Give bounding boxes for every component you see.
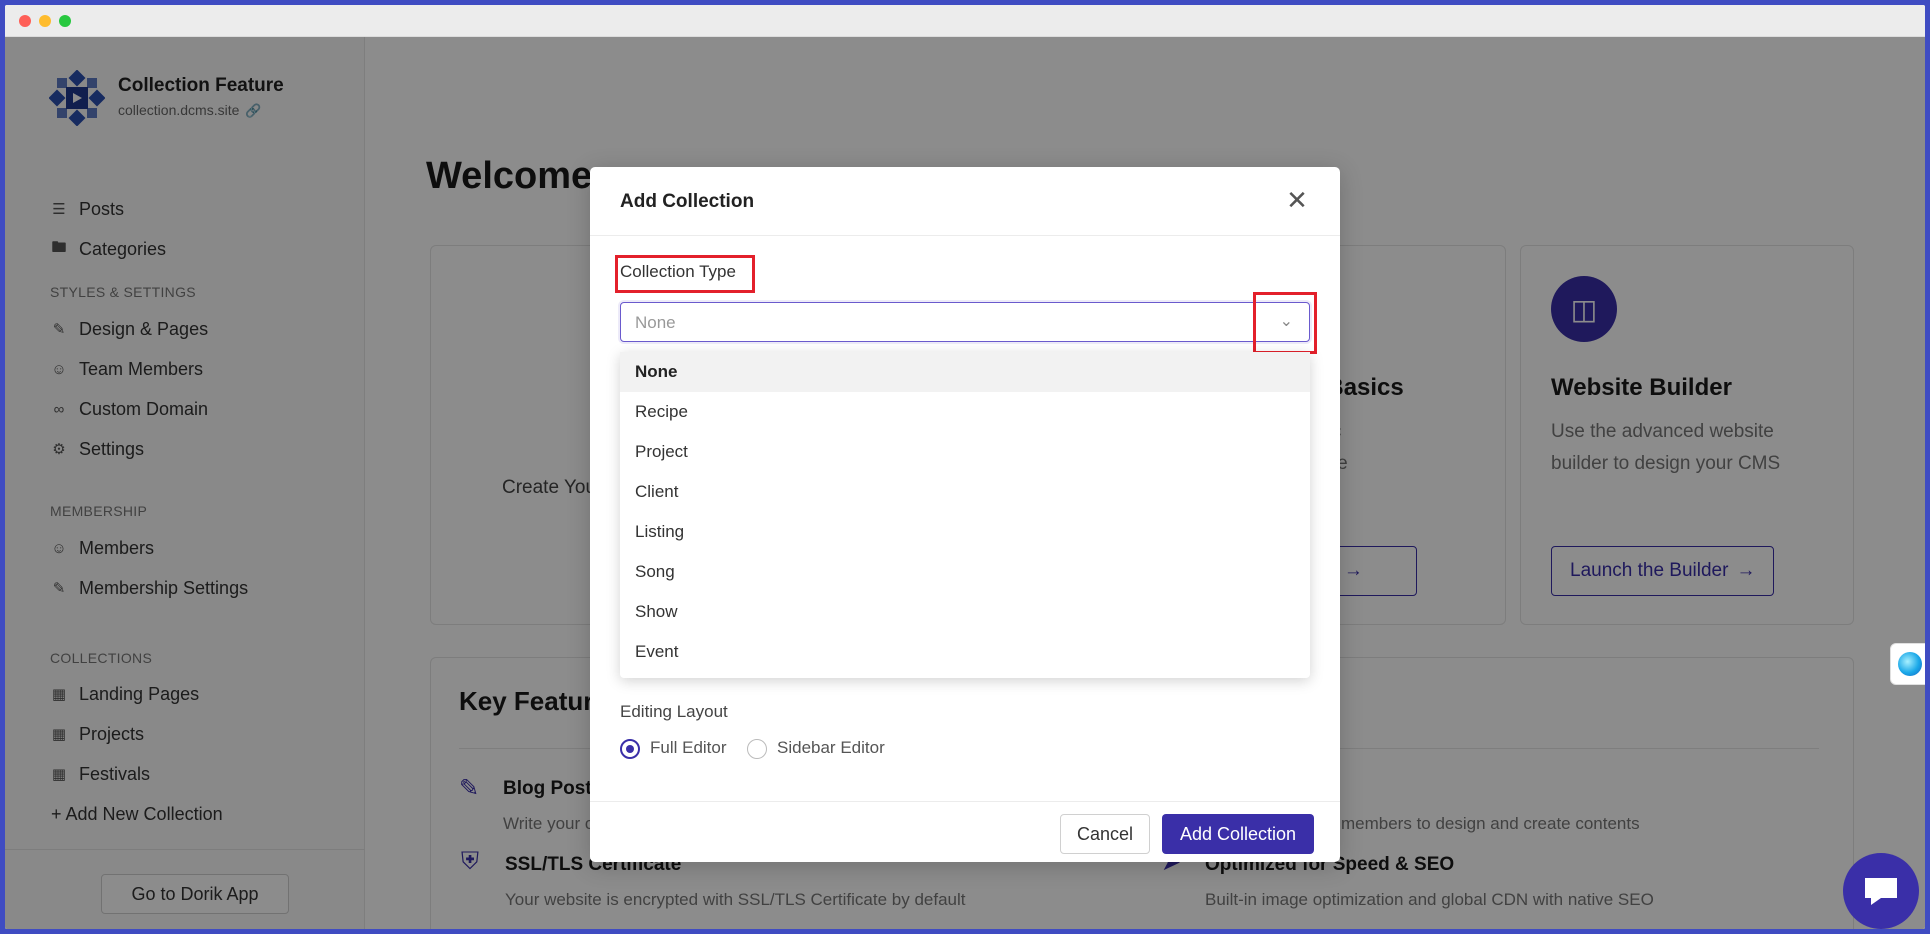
radio-label[interactable]: Full Editor [650,738,727,758]
select-value: None [635,313,676,332]
chat-bubble-icon [1865,878,1897,905]
chat-button[interactable] [1843,853,1919,929]
editing-layout-label: Editing Layout [620,702,728,721]
minimize-window-icon[interactable] [39,15,51,27]
collection-type-select[interactable]: None ⌄ [620,302,1310,342]
dropdown-option-client[interactable]: Client [620,472,1310,512]
close-icon[interactable]: ✕ [1284,187,1310,213]
dropdown-option-project[interactable]: Project [620,432,1310,472]
title-bar [5,5,1925,37]
radio-full-editor[interactable] [620,739,640,759]
highlight-box [1253,292,1317,354]
app-window: Collection Feature collection.dcms.site 🔗… [5,5,1925,929]
add-collection-modal: Add Collection ✕ Collection Type None ⌄ … [590,167,1340,862]
maximize-window-icon[interactable] [59,15,71,27]
divider [590,235,1340,236]
collection-type-dropdown: None Recipe Project Client Listing Song … [620,352,1310,678]
close-window-icon[interactable] [19,15,31,27]
cancel-button[interactable]: Cancel [1060,814,1150,854]
dropdown-option-song[interactable]: Song [620,552,1310,592]
dropdown-option-listing[interactable]: Listing [620,512,1310,552]
radio-label[interactable]: Sidebar Editor [777,738,885,758]
add-collection-button[interactable]: Add Collection [1162,814,1314,854]
assistant-orb-icon [1898,652,1922,676]
divider [590,801,1340,802]
dropdown-option-event[interactable]: Event [620,632,1310,672]
dropdown-option-show[interactable]: Show [620,592,1310,632]
assistant-widget[interactable] [1890,643,1925,685]
highlight-box [615,255,755,293]
app-body: Collection Feature collection.dcms.site 🔗… [5,37,1925,929]
dropdown-option-none[interactable]: None [620,352,1310,392]
dropdown-option-recipe[interactable]: Recipe [620,392,1310,432]
modal-title: Add Collection [620,191,755,212]
radio-sidebar-editor[interactable] [747,739,767,759]
